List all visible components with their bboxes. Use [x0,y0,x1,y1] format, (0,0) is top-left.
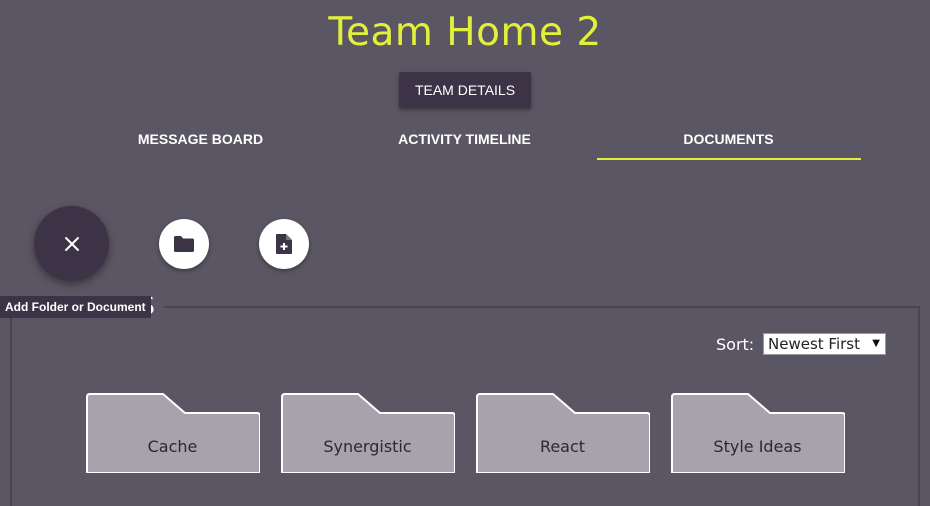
folder-shape [86,393,260,473]
tab-documents[interactable]: DOCUMENTS [597,120,860,158]
sort-label: Sort: [716,334,755,354]
add-folder-button[interactable] [159,219,209,269]
folder-card[interactable]: Cache [85,393,260,473]
folder-shape [671,393,845,473]
tab-message-board[interactable]: MESSAGE BOARD [69,120,332,158]
page-title: Team Home 2 [328,10,602,55]
folder-card[interactable]: Synergistic [280,393,455,473]
chevron-down-icon: ▼ [872,338,880,349]
folder-name: React [539,437,586,456]
folder-card[interactable]: React [475,393,650,473]
close-icon [64,236,79,251]
folder-name: Style Ideas [713,437,802,456]
team-details-button[interactable]: TEAM DETAILS [399,72,531,108]
add-document-button[interactable] [259,219,309,269]
folder-card[interactable]: Style Ideas [670,393,845,473]
add-folder-or-document-button[interactable] [34,206,109,281]
tooltip: Add Folder or Document [0,296,151,318]
add-document-icon [276,234,292,254]
folder-name: Cache [147,437,198,456]
folder-shape [476,393,650,473]
folder-icon [174,236,194,252]
active-tab-indicator [597,158,861,160]
folder-name: Synergistic [323,437,412,456]
tab-activity-timeline[interactable]: ACTIVITY TIMELINE [333,120,596,158]
sort-select[interactable]: Newest First ▼ [763,333,886,355]
folder-shape [281,393,455,473]
sort-selected-value: Newest First [768,335,860,353]
